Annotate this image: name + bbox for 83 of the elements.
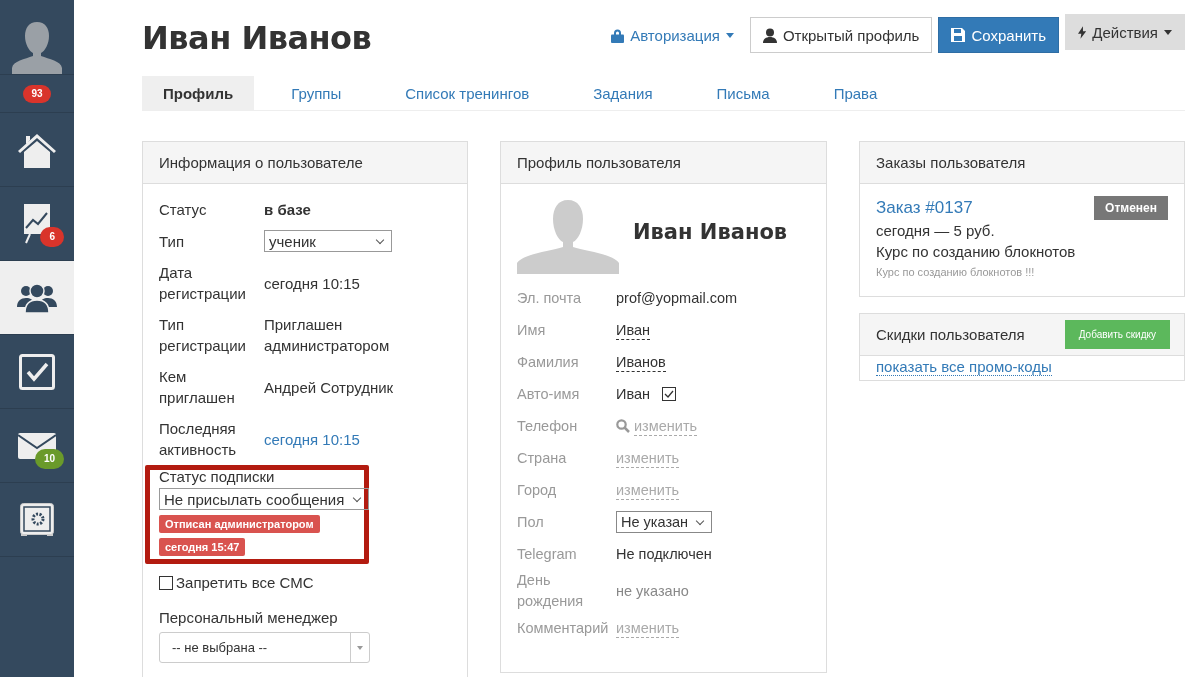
panel-title: Профиль пользователя bbox=[517, 154, 681, 171]
field-label: Тип регистрации bbox=[159, 315, 247, 356]
field-label: Персональный менеджер bbox=[159, 609, 339, 626]
status-tag: Отменен bbox=[1094, 196, 1168, 220]
field-label: День рождения bbox=[517, 571, 585, 611]
field-label: Фамилия bbox=[517, 352, 580, 372]
panel-title: Скидки пользователя bbox=[876, 326, 1025, 343]
save-button[interactable]: Сохранить bbox=[938, 17, 1059, 53]
gender-select[interactable]: Не указан bbox=[616, 511, 712, 533]
field-label: Статус подписки bbox=[159, 469, 275, 484]
type-select[interactable]: ученик bbox=[264, 230, 392, 252]
panel-title: Заказы пользователя bbox=[876, 154, 1026, 171]
count-badge: 93 bbox=[23, 84, 51, 103]
field-value: Андрей Сотрудник bbox=[264, 377, 394, 398]
field-label: Статус bbox=[159, 200, 208, 220]
field-value: Не подключен bbox=[616, 544, 712, 564]
editable-value[interactable]: Иван bbox=[616, 320, 651, 340]
field-label: Telegram bbox=[517, 544, 578, 564]
field-label: Авто-имя bbox=[517, 384, 581, 404]
auto-name-checkbox[interactable] bbox=[662, 387, 677, 401]
sidebar-item[interactable] bbox=[0, 261, 74, 335]
field-label: Имя bbox=[517, 320, 547, 340]
field-link[interactable]: сегодня 10:15 bbox=[264, 428, 360, 450]
order-summary: сегодня — 5 руб. bbox=[876, 221, 996, 241]
field-label: Кем приглашен bbox=[159, 367, 236, 408]
profile-name: Иван Иванов bbox=[633, 220, 788, 244]
panel-title: Информация о пользователе bbox=[159, 154, 363, 171]
tab[interactable]: Задания bbox=[572, 76, 674, 110]
field-label: Последняя активность bbox=[159, 419, 238, 460]
sidebar-item[interactable]: 93 bbox=[0, 75, 74, 113]
tab[interactable]: Профиль bbox=[142, 76, 255, 110]
field-label: Комментарий bbox=[517, 618, 610, 638]
field-label: Эл. почта bbox=[517, 288, 583, 308]
change-link[interactable]: изменить bbox=[616, 618, 680, 638]
house-icon bbox=[17, 131, 57, 168]
avatar-icon bbox=[12, 22, 62, 74]
tab[interactable]: Права bbox=[812, 76, 899, 110]
sidebar-item[interactable]: 6 bbox=[0, 187, 74, 261]
person-icon bbox=[762, 27, 777, 43]
sidebar-item[interactable]: 10 bbox=[0, 409, 74, 483]
field-label: Тип bbox=[159, 231, 185, 252]
promo-codes-link[interactable]: показать все промо-коды bbox=[876, 358, 1052, 376]
open-profile-button[interactable]: Открытый профиль bbox=[749, 17, 933, 53]
lock-icon bbox=[611, 27, 625, 43]
manager-select[interactable]: -- не выбрана -- bbox=[159, 632, 370, 663]
status-tag: сегодня 15:47 bbox=[159, 538, 246, 556]
users-icon bbox=[17, 282, 57, 313]
checkbox-icon bbox=[19, 353, 55, 390]
field-value: в базе bbox=[264, 200, 311, 220]
safe-icon bbox=[19, 501, 55, 538]
field-label: Пол bbox=[517, 512, 545, 532]
field-label: Страна bbox=[517, 448, 568, 468]
field-label: Телефон bbox=[517, 416, 579, 436]
field-value: Приглашен администратором bbox=[264, 315, 391, 356]
tab[interactable]: Список тренингов bbox=[384, 76, 551, 110]
actions-dropdown-button[interactable]: Действия bbox=[1065, 14, 1185, 50]
field-value: сегодня 10:15 bbox=[264, 273, 360, 294]
search-icon[interactable] bbox=[616, 419, 630, 433]
order-link[interactable]: Заказ #0137 bbox=[876, 198, 973, 218]
order-product: Курс по созданию блокнотов bbox=[876, 242, 1077, 262]
change-link[interactable]: изменить bbox=[616, 480, 680, 500]
page-title: Иван Иванов bbox=[142, 19, 372, 57]
change-link[interactable]: изменить bbox=[616, 448, 680, 468]
order-note: Курс по созданию блокнотов !!! bbox=[876, 266, 1036, 278]
status-tag: Отписан администратором bbox=[159, 515, 320, 533]
field-value: Иван bbox=[616, 384, 651, 404]
subscription-select[interactable]: Не присылать сообщения bbox=[159, 488, 369, 510]
count-badge: 6 bbox=[40, 227, 64, 247]
lightning-icon bbox=[1078, 24, 1087, 40]
field-label: Дата регистрации bbox=[159, 263, 247, 304]
sms-checkbox[interactable] bbox=[159, 575, 173, 590]
field-label: Город bbox=[517, 480, 558, 500]
editable-value[interactable]: Иванов bbox=[616, 352, 666, 372]
field-value: не указано bbox=[616, 581, 689, 601]
add-discount-button[interactable]: Добавить скидку bbox=[1064, 320, 1170, 349]
change-link[interactable]: изменить bbox=[634, 416, 698, 436]
count-badge: 10 bbox=[34, 449, 64, 469]
field-value: prof@yopmail.com bbox=[616, 288, 738, 308]
tab[interactable]: Письма bbox=[695, 76, 791, 110]
chart-board-icon bbox=[22, 203, 52, 244]
tab[interactable]: Группы bbox=[270, 76, 363, 110]
authorization-dropdown[interactable]: Авторизация bbox=[611, 26, 734, 44]
checkbox-label: Запретить все СМС bbox=[176, 574, 314, 591]
